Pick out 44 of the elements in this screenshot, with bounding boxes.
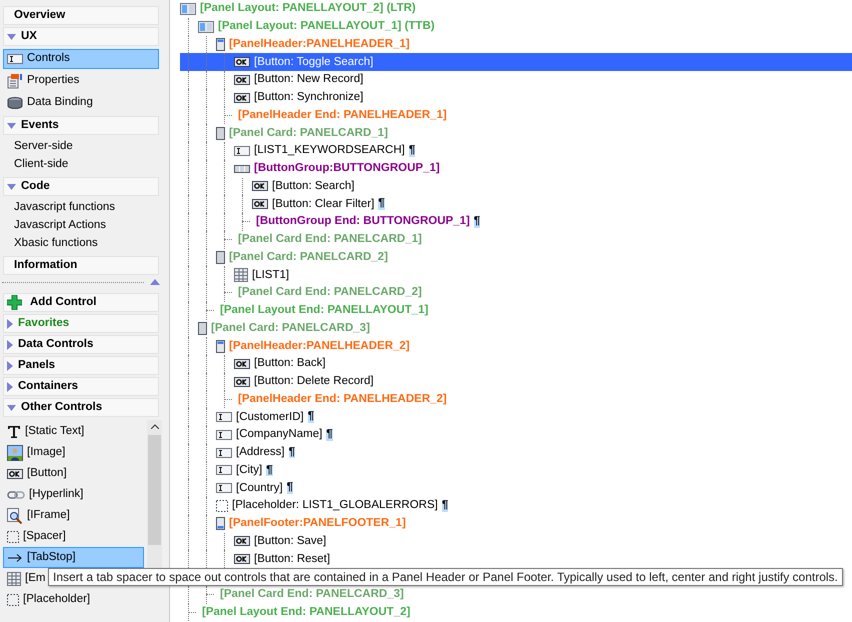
tree-label: [Button: Synchronize]	[254, 90, 364, 105]
tree-label: [Button: Back]	[254, 356, 326, 372]
tree-label: [Button: Save]	[254, 534, 326, 549]
pilcrow-mark: ¶	[286, 482, 294, 494]
tree-label: [LIST1]	[252, 268, 290, 282]
tree-label: [ButtonGroup End: BUTTONGROUP_1]	[256, 214, 470, 230]
tree-label: [PanelFooter:PANELFOOTER_1]	[229, 516, 406, 531]
tree-label: [Panel Layout End: PANELLAYOUT_1]	[220, 303, 428, 318]
pilcrow-mark: ¶	[474, 216, 480, 228]
tree-label: [Panel Layout End: PANELLAYOUT_2]	[202, 604, 410, 620]
pilcrow-mark: ¶	[326, 429, 333, 441]
tree-label: [PanelHeader End: PANELHEADER_1]	[238, 108, 447, 123]
tree-label: [Panel Card End: PANELCARD_2]	[238, 285, 422, 300]
tree-label: [Panel Card: PANELCARD_3]	[211, 320, 370, 336]
tree-label: [Panel Card: PANELCARD_2]	[229, 250, 388, 265]
pilcrow-mark: ¶	[442, 500, 448, 512]
tree-label: [Panel Layout: PANELLAYOUT_1] (TTB)	[218, 19, 435, 34]
tree-label: [Country]	[236, 480, 283, 496]
tree-label: [Placeholder: LIST1_GLOBALERRORS]	[232, 498, 438, 514]
tree-label: [Button: Toggle Search]	[254, 54, 374, 70]
tree-label: [CustomerID]	[236, 410, 304, 424]
tree-label: [Address]	[236, 445, 285, 460]
tree-label: [Button: New Record]	[254, 72, 364, 88]
pilcrow-mark: ¶	[378, 198, 385, 210]
tree-label: [Panel Card End: PANELCARD_1]	[238, 232, 422, 247]
tree-label: [Panel Card: PANELCARD_1]	[229, 126, 388, 140]
tree-label: [Button: Reset]	[254, 552, 330, 566]
tree-label: [Panel Card End: PANELCARD_3]	[220, 587, 404, 602]
pilcrow-mark: ¶	[266, 464, 273, 476]
tree-label: [Button: Clear Filter]	[272, 196, 374, 212]
tree-label: [Button: Search]	[272, 178, 354, 194]
pilcrow-mark: ¶	[308, 411, 314, 423]
tree-label: [LIST1_KEYWORDSEARCH]	[254, 143, 405, 158]
tree-label: [CompanyName]	[236, 427, 322, 442]
tree-label: [Panel Layout: PANELLAYOUT_2] (LTR)	[200, 1, 416, 16]
tree-label: [Button: Delete Record]	[254, 374, 374, 389]
tree-label: [ButtonGroup:BUTTONGROUP_1]	[254, 161, 440, 176]
tooltip: Insert a tab spacer to space out controls that are contained in a Panel Header or Panel Footer. Typically used to left, center and right justify controls.	[48, 568, 843, 586]
tree-label: [PanelHeader End: PANELHEADER_2]	[238, 392, 447, 407]
tree-label: [PanelHeader:PANELHEADER_2]	[229, 338, 410, 354]
pilcrow-mark: ¶	[408, 145, 416, 157]
tree-label: [City]	[236, 462, 262, 478]
tree-label: [PanelHeader:PANELHEADER_1]	[229, 36, 410, 52]
pilcrow-mark: ¶	[288, 446, 295, 458]
